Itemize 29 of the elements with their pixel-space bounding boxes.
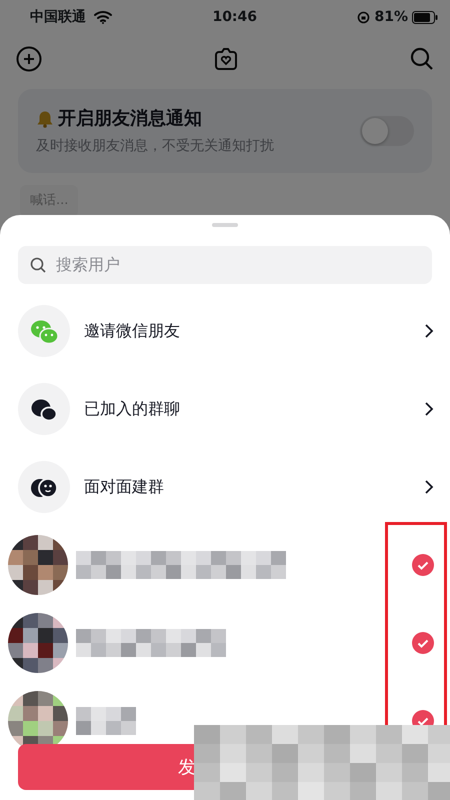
camera-heart-icon[interactable] — [213, 46, 239, 72]
chevron-right-icon — [424, 323, 434, 339]
check-icon[interactable] — [412, 554, 434, 576]
chevron-right-icon — [424, 401, 434, 417]
blurred-name — [76, 707, 136, 735]
option-label: 面对面建群 — [84, 476, 165, 498]
search-icon — [30, 257, 46, 273]
search-field[interactable]: 搜索用户 — [54, 252, 420, 278]
search-bar[interactable]: 搜索用户 — [18, 246, 432, 284]
option-label: 邀请微信朋友 — [84, 320, 181, 342]
option-row[interactable]: 邀请微信朋友 — [0, 292, 450, 370]
add-icon[interactable] — [16, 46, 42, 72]
toggle-switch[interactable] — [360, 116, 414, 146]
bell-icon — [36, 110, 54, 128]
notice-subtitle: 及时接收朋友消息，不受无关通知打扰 — [36, 137, 275, 156]
check-icon[interactable] — [412, 632, 434, 654]
option-row[interactable]: 面对面建群 — [0, 448, 450, 526]
notice-title: 开启朋友消息通知 — [58, 107, 202, 131]
clock-time: 10:46 — [211, 8, 258, 26]
option-row[interactable]: 已加入的群聊 — [0, 370, 450, 448]
drag-handle[interactable] — [212, 223, 238, 227]
carrier-name: 中国联通 — [30, 8, 86, 26]
option-label: 已加入的群聊 — [84, 398, 181, 420]
wifi-icon — [94, 10, 112, 24]
search-icon[interactable] — [410, 47, 434, 71]
battery-percent: 81% — [374, 8, 408, 26]
rotation-lock-icon — [357, 10, 370, 24]
chevron-right-icon — [424, 479, 434, 495]
battery-icon — [412, 10, 438, 24]
